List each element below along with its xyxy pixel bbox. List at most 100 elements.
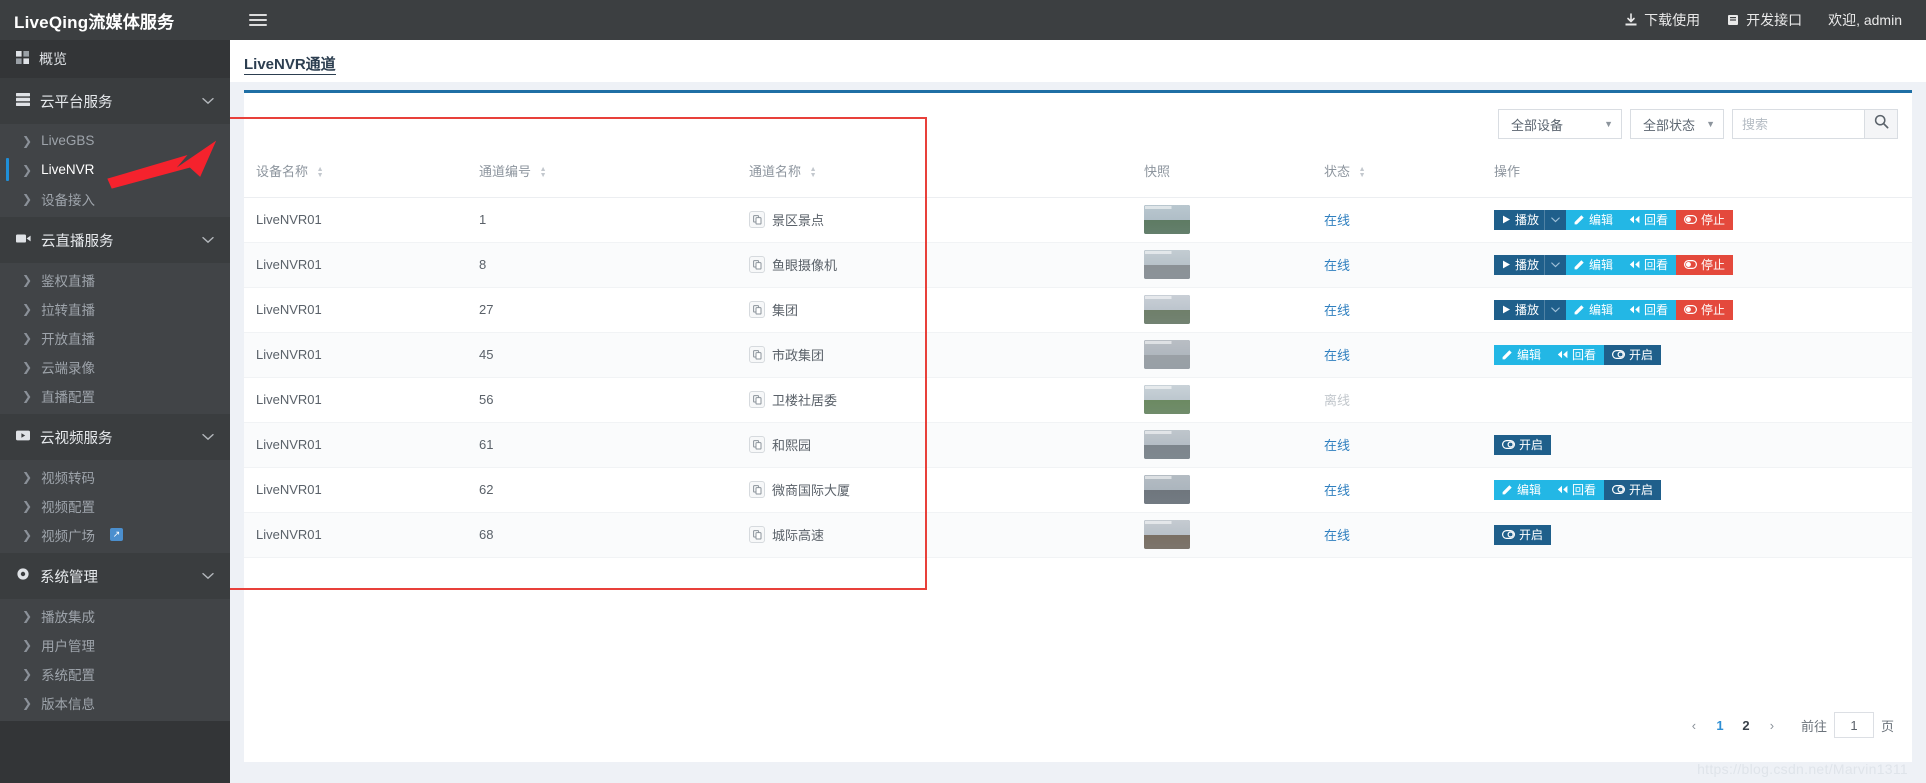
api-link[interactable]: 开发接口 (1726, 10, 1802, 30)
search-input[interactable] (1732, 109, 1864, 139)
snapshot-thumbnail[interactable] (1144, 520, 1190, 549)
sidebar-item-live-config[interactable]: ❯ 直播配置 (0, 381, 230, 410)
play-button[interactable]: 播放 (1494, 209, 1545, 230)
page-title-text: LiveNVR通道 (244, 56, 336, 75)
copy-icon[interactable] (749, 391, 765, 408)
user-greeting[interactable]: 欢迎, admin (1828, 10, 1902, 30)
snapshot-thumbnail[interactable] (1144, 430, 1190, 459)
chevron-down-icon (202, 93, 214, 109)
edit-button[interactable]: 编辑 (1566, 209, 1622, 230)
stop-button[interactable]: 停止 (1676, 299, 1734, 320)
open-button[interactable]: 开启 (1494, 434, 1552, 455)
table-row: LiveNVR01 27 集团 在线 播放 编辑 回看 停止 (244, 287, 1912, 333)
snapshot-thumbnail[interactable] (1144, 250, 1190, 279)
sidebar-group-cloud-platform[interactable]: 云平台服务 (0, 78, 230, 124)
pagination-page-2[interactable]: 2 (1733, 712, 1759, 738)
playback-button[interactable]: 回看 (1621, 254, 1677, 275)
chevron-right-icon: ❯ (22, 272, 33, 287)
pagination-page-1[interactable]: 1 (1707, 712, 1733, 738)
th-status[interactable]: 状态 ▲ ▼ (1324, 145, 1494, 198)
sidebar-item-device-access[interactable]: ❯ 设备接入 (0, 184, 230, 213)
copy-icon[interactable] (749, 346, 765, 363)
goto-input[interactable] (1833, 712, 1874, 738)
edit-button[interactable]: 编辑 (1494, 344, 1550, 365)
play-icon (1502, 305, 1511, 314)
sidebar-item-user-manage[interactable]: ❯ 用户管理 (0, 630, 230, 659)
sidebar-item-overview[interactable]: 概览 (0, 40, 230, 78)
copy-icon[interactable] (749, 256, 765, 273)
stop-icon (1684, 260, 1698, 269)
sidebar-item-version-info[interactable]: ❯ 版本信息 (0, 688, 230, 717)
sidebar-item-cloud-record[interactable]: ❯ 云端录像 (0, 352, 230, 381)
search-button[interactable] (1864, 109, 1898, 139)
stop-button[interactable]: 停止 (1676, 254, 1734, 275)
edit-icon (1502, 349, 1513, 360)
edit-button[interactable]: 编辑 (1494, 479, 1550, 500)
play-button[interactable]: 播放 (1494, 299, 1545, 320)
snapshot-thumbnail[interactable] (1144, 205, 1190, 234)
sidebar-group-cloud-video[interactable]: 云视频服务 (0, 414, 230, 460)
pagination-next[interactable]: › (1759, 712, 1785, 738)
sidebar-item-play-integration[interactable]: ❯ 播放集成 (0, 601, 230, 630)
copy-icon[interactable] (749, 436, 765, 453)
copy-icon[interactable] (749, 211, 765, 228)
copy-icon[interactable] (749, 301, 765, 318)
sidebar-item-livegbs[interactable]: ❯ LiveGBS (0, 126, 230, 155)
playback-button[interactable]: 回看 (1621, 299, 1677, 320)
user-greeting-label: 欢迎, admin (1828, 12, 1902, 28)
open-button[interactable]: 开启 (1604, 344, 1662, 365)
th-channel-name[interactable]: 通道名称 ▲ ▼ (749, 145, 1144, 198)
pagination-prev[interactable]: ‹ (1681, 712, 1707, 738)
edit-icon (1574, 214, 1585, 225)
chevron-right-icon: ❯ (22, 695, 33, 710)
sidebar-group-cloud-live[interactable]: 云直播服务 (0, 217, 230, 263)
play-dropdown-toggle[interactable] (1544, 299, 1567, 320)
channels-table: 设备名称 ▲ ▼ 通道编号 ▲ ▼ 通道名称 ▲ ▼ 快照 状态 ▲ ▼ 操作 … (244, 145, 1912, 558)
stop-button[interactable]: 停止 (1676, 209, 1734, 230)
device-filter-select[interactable]: 全部设备 ▼ (1498, 109, 1622, 139)
play-dropdown-toggle[interactable] (1544, 254, 1567, 275)
playback-button[interactable]: 回看 (1621, 209, 1677, 230)
download-link[interactable]: 下载使用 (1624, 10, 1700, 30)
cell-channel-no: 8 (479, 242, 749, 288)
snapshot-thumbnail[interactable] (1144, 295, 1190, 324)
search-icon (1874, 114, 1889, 134)
edit-button[interactable]: 编辑 (1566, 299, 1622, 320)
channel-name-label: 市政集团 (772, 348, 825, 363)
playback-button[interactable]: 回看 (1549, 479, 1605, 500)
sidebar-item-label: 直播配置 (41, 389, 96, 405)
sidebar-item-video-plaza[interactable]: ❯ 视频广场 ↗ (0, 520, 230, 549)
playback-icon (1557, 350, 1568, 359)
sidebar-item-auth-live[interactable]: ❯ 鉴权直播 (0, 265, 230, 294)
server-icon (16, 92, 30, 110)
brand-title: LiveQing流媒体服务 (14, 12, 175, 32)
play-box-icon (16, 429, 30, 445)
watermark: https://blog.csdn.net/Marvin1311 (1697, 761, 1908, 777)
snapshot-thumbnail[interactable] (1144, 385, 1190, 414)
sidebar-item-system-config[interactable]: ❯ 系统配置 (0, 659, 230, 688)
sidebar-item-transcode[interactable]: ❯ 视频转码 (0, 462, 230, 491)
sidebar-item-video-config[interactable]: ❯ 视频配置 (0, 491, 230, 520)
table-head: 设备名称 ▲ ▼ 通道编号 ▲ ▼ 通道名称 ▲ ▼ 快照 状态 ▲ ▼ 操作 (244, 145, 1912, 198)
sidebar-item-open-live[interactable]: ❯ 开放直播 (0, 323, 230, 352)
cell-channel-no: 45 (479, 332, 749, 378)
th-device-name[interactable]: 设备名称 ▲ ▼ (244, 145, 479, 198)
open-button[interactable]: 开启 (1494, 524, 1552, 545)
button-label: 回看 (1644, 302, 1669, 317)
play-button[interactable]: 播放 (1494, 254, 1545, 275)
th-channel-no[interactable]: 通道编号 ▲ ▼ (479, 145, 749, 198)
sidebar-item-pull-live[interactable]: ❯ 拉转直播 (0, 294, 230, 323)
copy-icon[interactable] (749, 526, 765, 543)
playback-button[interactable]: 回看 (1549, 344, 1605, 365)
edit-button[interactable]: 编辑 (1566, 254, 1622, 275)
play-dropdown-toggle[interactable] (1544, 209, 1567, 230)
sidebar-group-system[interactable]: 系统管理 (0, 553, 230, 599)
status-filter-select[interactable]: 全部状态 ▼ (1630, 109, 1724, 139)
snapshot-thumbnail[interactable] (1144, 475, 1190, 504)
copy-icon[interactable] (749, 481, 765, 498)
snapshot-thumbnail[interactable] (1144, 340, 1190, 369)
sidebar-item-livenvr[interactable]: ❯ LiveNVR (0, 155, 230, 184)
open-button[interactable]: 开启 (1604, 479, 1662, 500)
hamburger-icon[interactable] (238, 0, 278, 40)
chevron-right-icon: ❯ (22, 608, 33, 623)
